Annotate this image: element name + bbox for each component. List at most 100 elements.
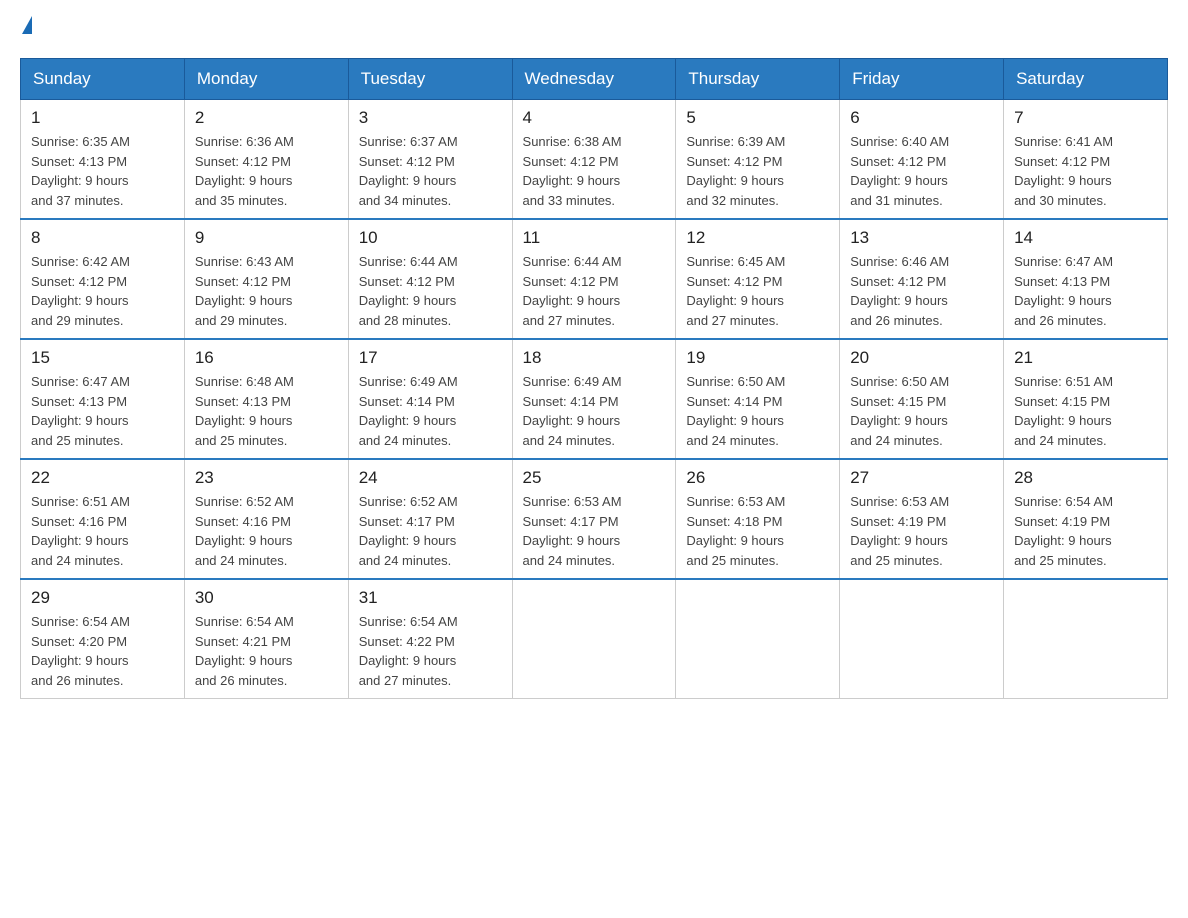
calendar-cell: 17 Sunrise: 6:49 AM Sunset: 4:14 PM Dayl… xyxy=(348,339,512,459)
calendar-cell: 12 Sunrise: 6:45 AM Sunset: 4:12 PM Dayl… xyxy=(676,219,840,339)
day-info: Sunrise: 6:41 AM Sunset: 4:12 PM Dayligh… xyxy=(1014,132,1157,210)
day-info: Sunrise: 6:38 AM Sunset: 4:12 PM Dayligh… xyxy=(523,132,666,210)
week-row-5: 29 Sunrise: 6:54 AM Sunset: 4:20 PM Dayl… xyxy=(21,579,1168,699)
page-header xyxy=(20,20,1168,38)
calendar-cell: 4 Sunrise: 6:38 AM Sunset: 4:12 PM Dayli… xyxy=(512,100,676,220)
header-day-sunday: Sunday xyxy=(21,59,185,100)
calendar-cell: 23 Sunrise: 6:52 AM Sunset: 4:16 PM Dayl… xyxy=(184,459,348,579)
day-info: Sunrise: 6:46 AM Sunset: 4:12 PM Dayligh… xyxy=(850,252,993,330)
day-info: Sunrise: 6:49 AM Sunset: 4:14 PM Dayligh… xyxy=(359,372,502,450)
day-info: Sunrise: 6:54 AM Sunset: 4:19 PM Dayligh… xyxy=(1014,492,1157,570)
day-info: Sunrise: 6:37 AM Sunset: 4:12 PM Dayligh… xyxy=(359,132,502,210)
calendar-cell: 30 Sunrise: 6:54 AM Sunset: 4:21 PM Dayl… xyxy=(184,579,348,699)
calendar-cell: 24 Sunrise: 6:52 AM Sunset: 4:17 PM Dayl… xyxy=(348,459,512,579)
week-row-2: 8 Sunrise: 6:42 AM Sunset: 4:12 PM Dayli… xyxy=(21,219,1168,339)
day-info: Sunrise: 6:50 AM Sunset: 4:15 PM Dayligh… xyxy=(850,372,993,450)
calendar-header: SundayMondayTuesdayWednesdayThursdayFrid… xyxy=(21,59,1168,100)
day-number: 23 xyxy=(195,468,338,488)
day-number: 12 xyxy=(686,228,829,248)
day-info: Sunrise: 6:40 AM Sunset: 4:12 PM Dayligh… xyxy=(850,132,993,210)
calendar-cell: 5 Sunrise: 6:39 AM Sunset: 4:12 PM Dayli… xyxy=(676,100,840,220)
calendar-cell: 25 Sunrise: 6:53 AM Sunset: 4:17 PM Dayl… xyxy=(512,459,676,579)
day-number: 18 xyxy=(523,348,666,368)
day-number: 20 xyxy=(850,348,993,368)
day-number: 5 xyxy=(686,108,829,128)
day-info: Sunrise: 6:51 AM Sunset: 4:16 PM Dayligh… xyxy=(31,492,174,570)
day-number: 19 xyxy=(686,348,829,368)
day-number: 27 xyxy=(850,468,993,488)
calendar-cell: 9 Sunrise: 6:43 AM Sunset: 4:12 PM Dayli… xyxy=(184,219,348,339)
calendar-cell: 7 Sunrise: 6:41 AM Sunset: 4:12 PM Dayli… xyxy=(1004,100,1168,220)
header-day-monday: Monday xyxy=(184,59,348,100)
day-info: Sunrise: 6:54 AM Sunset: 4:20 PM Dayligh… xyxy=(31,612,174,690)
day-number: 17 xyxy=(359,348,502,368)
calendar-cell: 29 Sunrise: 6:54 AM Sunset: 4:20 PM Dayl… xyxy=(21,579,185,699)
calendar-cell: 19 Sunrise: 6:50 AM Sunset: 4:14 PM Dayl… xyxy=(676,339,840,459)
calendar-cell: 27 Sunrise: 6:53 AM Sunset: 4:19 PM Dayl… xyxy=(840,459,1004,579)
day-info: Sunrise: 6:52 AM Sunset: 4:16 PM Dayligh… xyxy=(195,492,338,570)
calendar-cell xyxy=(840,579,1004,699)
calendar-cell: 28 Sunrise: 6:54 AM Sunset: 4:19 PM Dayl… xyxy=(1004,459,1168,579)
calendar-cell: 22 Sunrise: 6:51 AM Sunset: 4:16 PM Dayl… xyxy=(21,459,185,579)
calendar-cell: 16 Sunrise: 6:48 AM Sunset: 4:13 PM Dayl… xyxy=(184,339,348,459)
calendar-cell: 31 Sunrise: 6:54 AM Sunset: 4:22 PM Dayl… xyxy=(348,579,512,699)
day-info: Sunrise: 6:39 AM Sunset: 4:12 PM Dayligh… xyxy=(686,132,829,210)
day-info: Sunrise: 6:53 AM Sunset: 4:18 PM Dayligh… xyxy=(686,492,829,570)
day-info: Sunrise: 6:54 AM Sunset: 4:21 PM Dayligh… xyxy=(195,612,338,690)
day-number: 8 xyxy=(31,228,174,248)
week-row-3: 15 Sunrise: 6:47 AM Sunset: 4:13 PM Dayl… xyxy=(21,339,1168,459)
day-number: 1 xyxy=(31,108,174,128)
day-number: 22 xyxy=(31,468,174,488)
day-info: Sunrise: 6:50 AM Sunset: 4:14 PM Dayligh… xyxy=(686,372,829,450)
day-number: 7 xyxy=(1014,108,1157,128)
week-row-4: 22 Sunrise: 6:51 AM Sunset: 4:16 PM Dayl… xyxy=(21,459,1168,579)
calendar-table: SundayMondayTuesdayWednesdayThursdayFrid… xyxy=(20,58,1168,699)
day-number: 6 xyxy=(850,108,993,128)
day-info: Sunrise: 6:49 AM Sunset: 4:14 PM Dayligh… xyxy=(523,372,666,450)
day-number: 16 xyxy=(195,348,338,368)
header-row: SundayMondayTuesdayWednesdayThursdayFrid… xyxy=(21,59,1168,100)
day-info: Sunrise: 6:53 AM Sunset: 4:17 PM Dayligh… xyxy=(523,492,666,570)
day-info: Sunrise: 6:52 AM Sunset: 4:17 PM Dayligh… xyxy=(359,492,502,570)
day-info: Sunrise: 6:44 AM Sunset: 4:12 PM Dayligh… xyxy=(523,252,666,330)
day-number: 21 xyxy=(1014,348,1157,368)
week-row-1: 1 Sunrise: 6:35 AM Sunset: 4:13 PM Dayli… xyxy=(21,100,1168,220)
day-number: 28 xyxy=(1014,468,1157,488)
calendar-cell: 15 Sunrise: 6:47 AM Sunset: 4:13 PM Dayl… xyxy=(21,339,185,459)
day-number: 15 xyxy=(31,348,174,368)
day-number: 31 xyxy=(359,588,502,608)
day-info: Sunrise: 6:51 AM Sunset: 4:15 PM Dayligh… xyxy=(1014,372,1157,450)
day-number: 24 xyxy=(359,468,502,488)
calendar-body: 1 Sunrise: 6:35 AM Sunset: 4:13 PM Dayli… xyxy=(21,100,1168,699)
day-info: Sunrise: 6:47 AM Sunset: 4:13 PM Dayligh… xyxy=(31,372,174,450)
day-info: Sunrise: 6:45 AM Sunset: 4:12 PM Dayligh… xyxy=(686,252,829,330)
calendar-cell xyxy=(676,579,840,699)
day-info: Sunrise: 6:43 AM Sunset: 4:12 PM Dayligh… xyxy=(195,252,338,330)
day-info: Sunrise: 6:35 AM Sunset: 4:13 PM Dayligh… xyxy=(31,132,174,210)
calendar-cell: 13 Sunrise: 6:46 AM Sunset: 4:12 PM Dayl… xyxy=(840,219,1004,339)
calendar-cell: 3 Sunrise: 6:37 AM Sunset: 4:12 PM Dayli… xyxy=(348,100,512,220)
day-info: Sunrise: 6:42 AM Sunset: 4:12 PM Dayligh… xyxy=(31,252,174,330)
day-number: 10 xyxy=(359,228,502,248)
calendar-cell xyxy=(512,579,676,699)
calendar-cell: 11 Sunrise: 6:44 AM Sunset: 4:12 PM Dayl… xyxy=(512,219,676,339)
day-number: 13 xyxy=(850,228,993,248)
calendar-cell: 20 Sunrise: 6:50 AM Sunset: 4:15 PM Dayl… xyxy=(840,339,1004,459)
logo xyxy=(20,20,32,38)
header-day-wednesday: Wednesday xyxy=(512,59,676,100)
calendar-cell xyxy=(1004,579,1168,699)
logo-triangle-icon xyxy=(22,16,32,34)
day-info: Sunrise: 6:54 AM Sunset: 4:22 PM Dayligh… xyxy=(359,612,502,690)
calendar-cell: 26 Sunrise: 6:53 AM Sunset: 4:18 PM Dayl… xyxy=(676,459,840,579)
calendar-cell: 14 Sunrise: 6:47 AM Sunset: 4:13 PM Dayl… xyxy=(1004,219,1168,339)
day-number: 2 xyxy=(195,108,338,128)
day-number: 3 xyxy=(359,108,502,128)
day-info: Sunrise: 6:44 AM Sunset: 4:12 PM Dayligh… xyxy=(359,252,502,330)
calendar-cell: 10 Sunrise: 6:44 AM Sunset: 4:12 PM Dayl… xyxy=(348,219,512,339)
header-day-friday: Friday xyxy=(840,59,1004,100)
day-info: Sunrise: 6:47 AM Sunset: 4:13 PM Dayligh… xyxy=(1014,252,1157,330)
day-number: 29 xyxy=(31,588,174,608)
calendar-cell: 2 Sunrise: 6:36 AM Sunset: 4:12 PM Dayli… xyxy=(184,100,348,220)
day-number: 26 xyxy=(686,468,829,488)
calendar-cell: 6 Sunrise: 6:40 AM Sunset: 4:12 PM Dayli… xyxy=(840,100,1004,220)
